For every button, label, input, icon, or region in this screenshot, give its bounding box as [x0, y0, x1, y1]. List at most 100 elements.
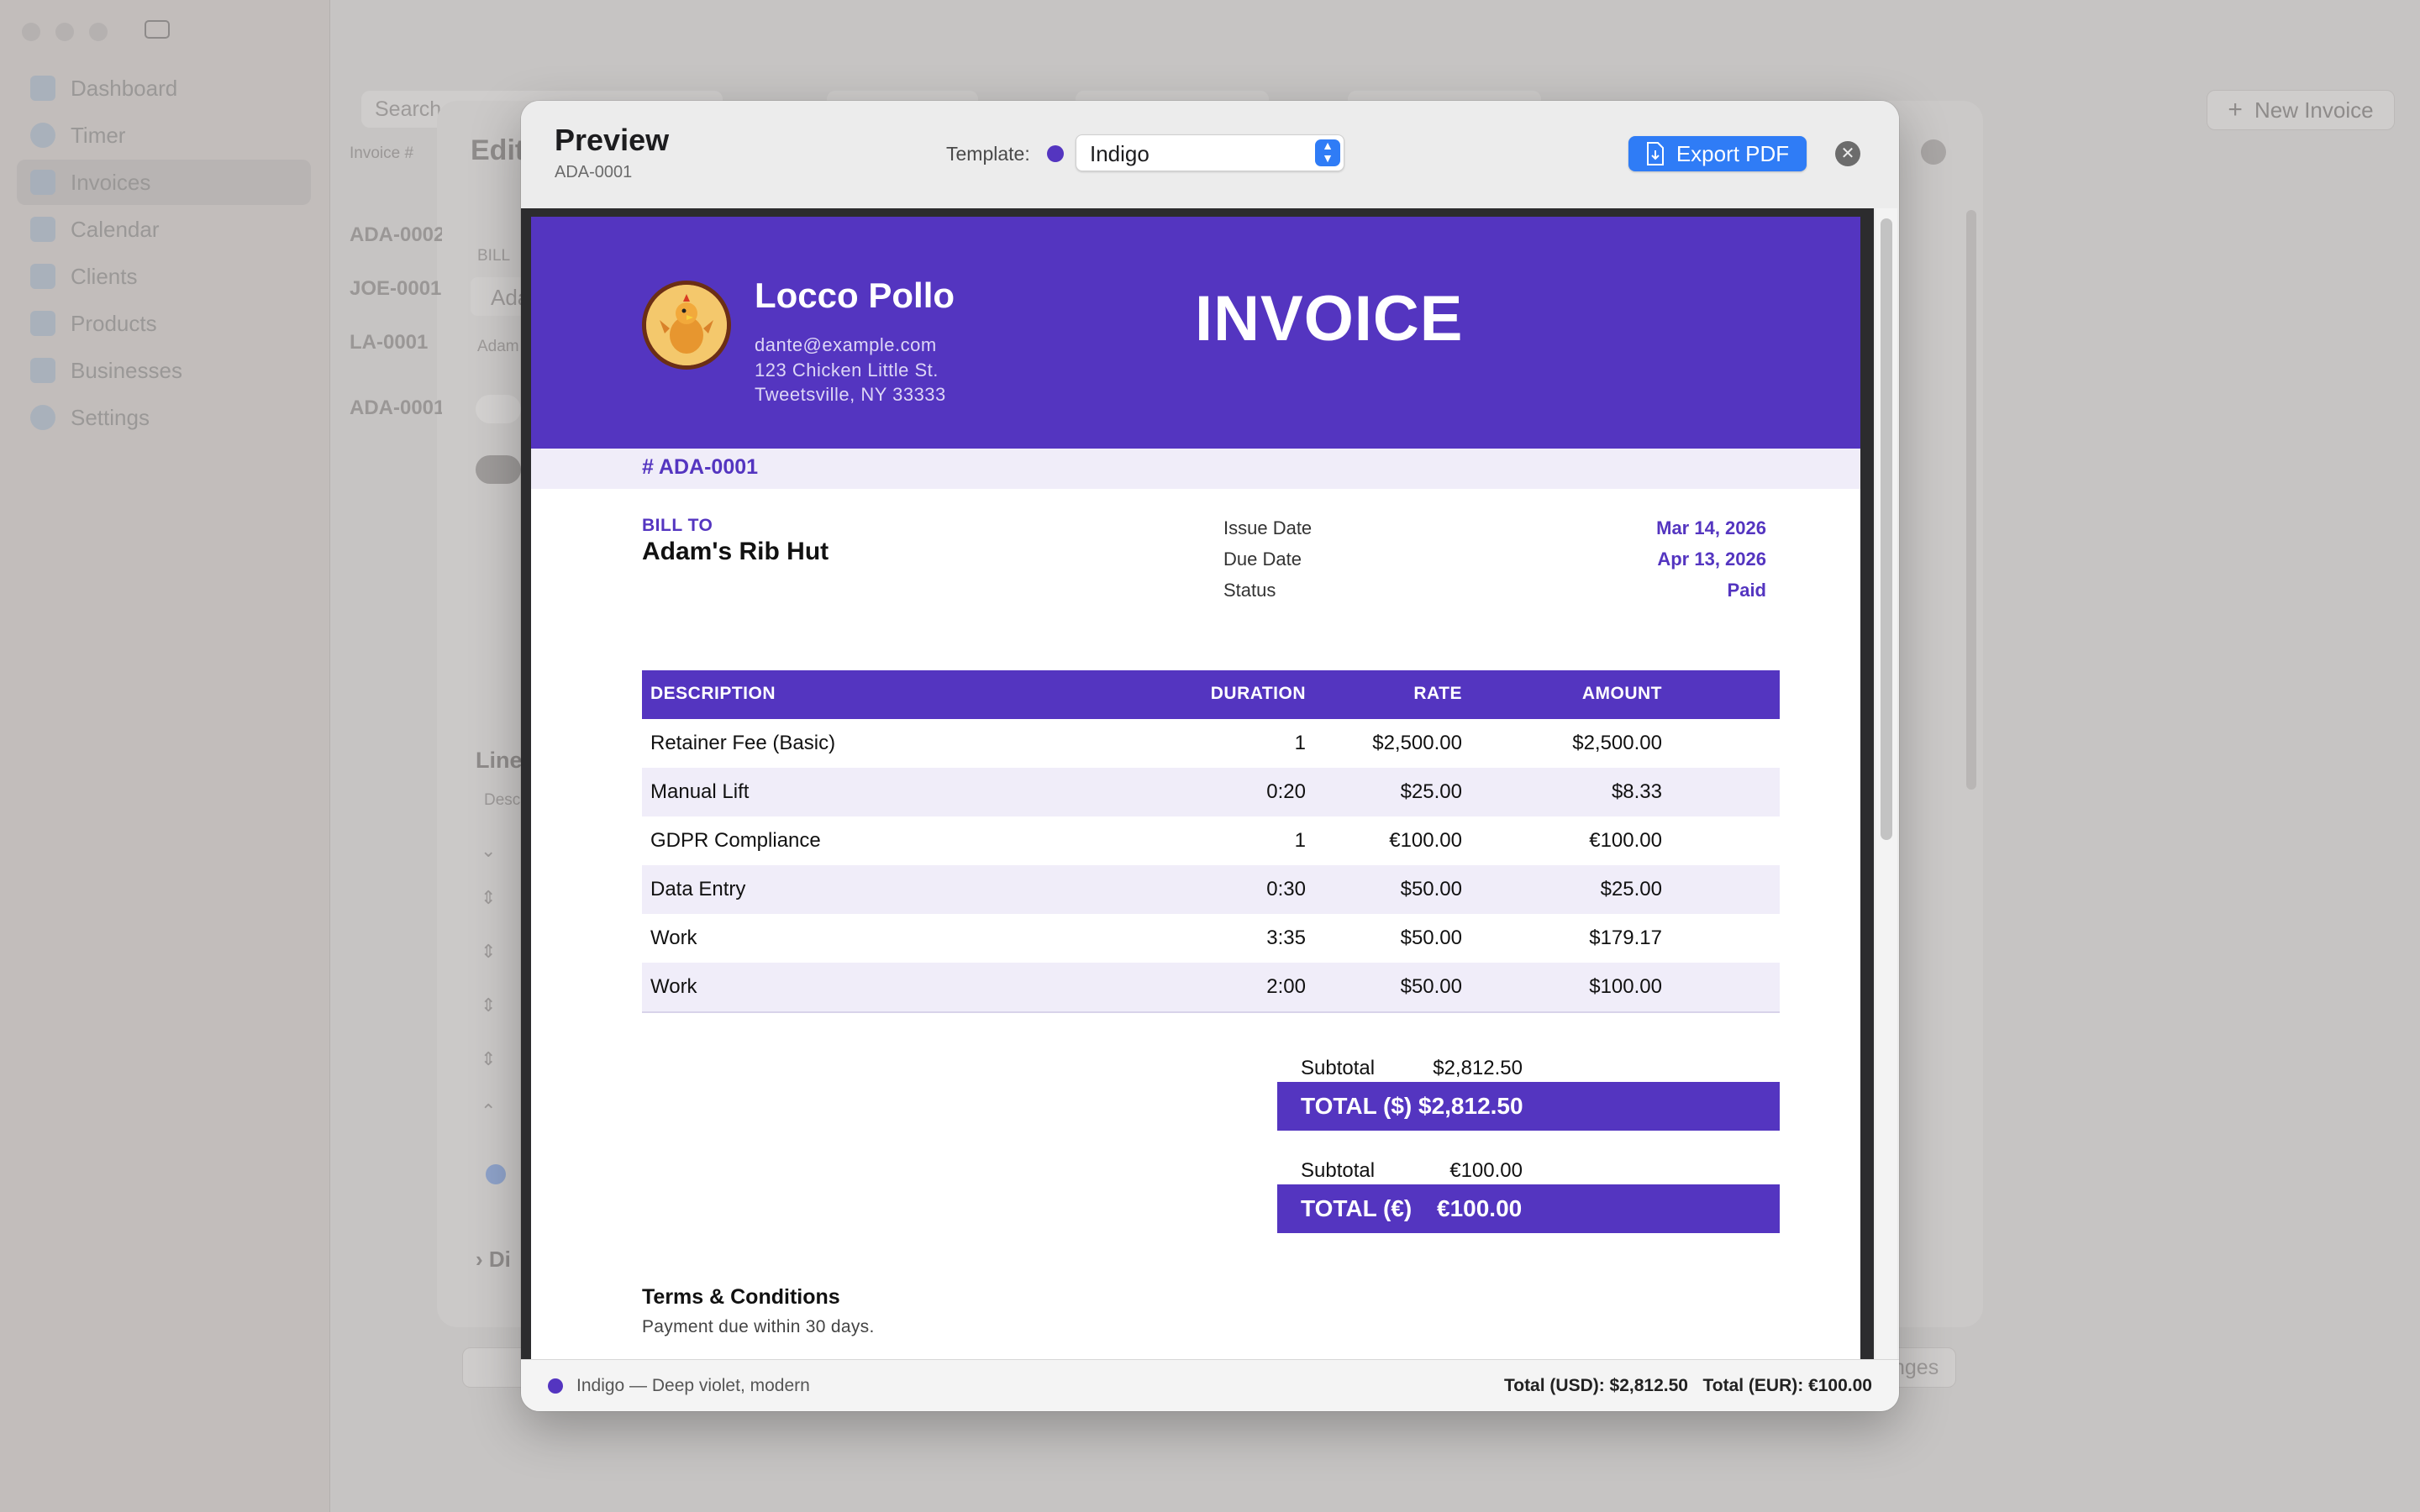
sidebar-item-settings[interactable]: Settings [17, 395, 311, 440]
new-invoice-button[interactable]: + New Invoice [2207, 90, 2395, 130]
sidebar-item-businesses[interactable]: Businesses [17, 348, 311, 393]
sidebar-toggle-icon[interactable] [145, 20, 170, 39]
business-address-line2: Tweetsville, NY 33333 [755, 384, 946, 405]
list-item[interactable]: LA-0001 [350, 331, 442, 354]
sidebar-item-products[interactable]: Products [17, 301, 311, 346]
row-rate: $25.00 [1400, 780, 1462, 803]
row-description: GDPR Compliance [650, 829, 821, 852]
footer-totals: Total (USD): $2,812.50 Total (EUR): €100… [1503, 1376, 1872, 1395]
chevron-updown-icon[interactable]: ⇕ [481, 941, 496, 963]
business-address-line1: 123 Chicken Little St. [755, 360, 939, 381]
discount-section-fragment[interactable]: › Di [476, 1247, 511, 1273]
invoice-page: Locco Pollo dante@example.com 123 Chicke… [531, 217, 1860, 1359]
chevron-updown-icon[interactable]: ⇕ [481, 1048, 496, 1070]
total-bar: TOTAL ($) $2,812.50 [1277, 1082, 1780, 1131]
line-items-heading: Line [476, 748, 523, 773]
list-item[interactable]: ADA-0002 [350, 223, 442, 247]
plus-icon: + [2228, 96, 2243, 123]
close-icon[interactable]: ✕ [1835, 141, 1860, 166]
business-name: Locco Pollo [755, 276, 955, 315]
column-header: AMOUNT [1581, 684, 1662, 703]
scrollbar[interactable] [1966, 210, 1976, 790]
toggle-switch[interactable] [476, 395, 521, 423]
sidebar-item-calendar[interactable]: Calendar [17, 207, 311, 252]
table-row: GDPR Compliance 1 €100.00 €100.00 [642, 816, 1780, 865]
list-item[interactable]: ADA-0001 [350, 396, 442, 420]
row-amount: €100.00 [1589, 829, 1662, 852]
table-row: Work 3:35 $50.00 $179.17 [642, 914, 1780, 963]
issue-date-value: Mar 14, 2026 [1656, 517, 1766, 538]
row-description: Data Entry [650, 878, 746, 900]
preview-scrollbar-thumb[interactable] [1881, 218, 1892, 840]
sidebar-item-label: Settings [71, 404, 150, 430]
select-stepper-icon: ▲ ▼ [1315, 139, 1340, 166]
modal-footer: Indigo — Deep violet, modern Total (USD)… [521, 1359, 1899, 1411]
column-header: DESCRIPTION [650, 684, 776, 703]
sidebar-item-label: Clients [71, 263, 138, 289]
table-header: DESCRIPTION DURATION RATE AMOUNT [642, 670, 1780, 719]
row-amount: $179.17 [1589, 927, 1662, 949]
subtotal-value: €100.00 [1449, 1159, 1523, 1182]
sidebar-item-invoices[interactable]: Invoices [17, 160, 311, 205]
template-select[interactable]: Indigo ▲ ▼ [1076, 134, 1344, 171]
modal-title: Preview [555, 123, 670, 157]
disclosure-chevron-icon: › [476, 1247, 483, 1272]
template-color-swatch [548, 1378, 563, 1394]
row-amount: $25.00 [1600, 878, 1662, 900]
sidebar-item-label: Businesses [71, 357, 182, 383]
bill-label-fragment: BILL [477, 247, 511, 265]
new-invoice-label: New Invoice [2254, 97, 2374, 123]
discount-label: Di [488, 1247, 511, 1272]
column-header: RATE [1413, 684, 1462, 703]
modal-subtitle: ADA-0001 [555, 163, 633, 181]
window-zoom-button[interactable] [89, 23, 108, 41]
chevron-up-icon[interactable]: ⌃ [481, 1100, 496, 1122]
row-description: Manual Lift [650, 780, 750, 803]
sidebar-item-label: Invoices [71, 169, 151, 195]
row-duration: 1 [1294, 829, 1306, 852]
edit-panel-title: Edit [471, 134, 525, 166]
save-changes-label: nges [1893, 1356, 1939, 1379]
total-bar: TOTAL (€) €100.00 [1277, 1184, 1780, 1233]
window-minimize-button[interactable] [55, 23, 74, 41]
chevron-updown-icon[interactable]: ⇕ [481, 995, 496, 1016]
template-label: Template: [946, 143, 1030, 165]
window-close-button[interactable] [22, 23, 40, 41]
issue-date-label: Issue Date [1223, 517, 1313, 538]
document-icon [30, 170, 55, 195]
toggle-switch[interactable] [476, 455, 521, 484]
sidebar: Dashboard Timer Invoices Calendar Client… [0, 0, 330, 1512]
sidebar-item-dashboard[interactable]: Dashboard [17, 66, 311, 111]
chevron-updown-icon[interactable]: ⇕ [481, 887, 496, 909]
add-line-icon[interactable] [486, 1164, 506, 1184]
due-date-label: Due Date [1223, 549, 1302, 570]
line-items-table: DESCRIPTION DURATION RATE AMOUNT Retaine… [642, 670, 1780, 1013]
subtotal-label: Subtotal [1301, 1057, 1376, 1079]
save-changes-button[interactable]: nges [1891, 1347, 1956, 1388]
row-description: Work [650, 927, 697, 949]
client-sub-fragment: Adam [477, 338, 519, 355]
due-date-value: Apr 13, 2026 [1657, 549, 1766, 570]
people-icon [30, 264, 55, 289]
table-row: Data Entry 0:30 $50.00 $25.00 [642, 865, 1780, 914]
invoice-heading: INVOICE [1195, 283, 1464, 354]
bill-to-name: Adam's Rib Hut [642, 538, 829, 565]
calendar-icon [30, 217, 55, 242]
template-select-value: Indigo [1090, 141, 1150, 166]
row-rate: $50.00 [1400, 878, 1462, 900]
sidebar-item-label: Dashboard [71, 75, 178, 101]
chevron-down-icon[interactable]: ⌄ [481, 840, 496, 862]
export-pdf-button[interactable]: Export PDF [1628, 136, 1807, 171]
bill-to-label: BILL TO [642, 516, 713, 535]
list-item[interactable]: JOE-0001 [350, 277, 442, 301]
chicken-logo-icon [646, 285, 727, 365]
terms-title: Terms & Conditions [642, 1285, 840, 1309]
status-label: Status [1223, 580, 1276, 601]
building-icon [30, 358, 55, 383]
sidebar-item-clients[interactable]: Clients [17, 254, 311, 299]
invoice-number-band: # ADA-0001 [531, 449, 1860, 489]
row-amount: $2,500.00 [1572, 732, 1662, 754]
sidebar-item-timer[interactable]: Timer [17, 113, 311, 158]
edit-panel-close-icon[interactable] [1921, 139, 1946, 165]
sidebar-item-label: Calendar [71, 216, 160, 242]
